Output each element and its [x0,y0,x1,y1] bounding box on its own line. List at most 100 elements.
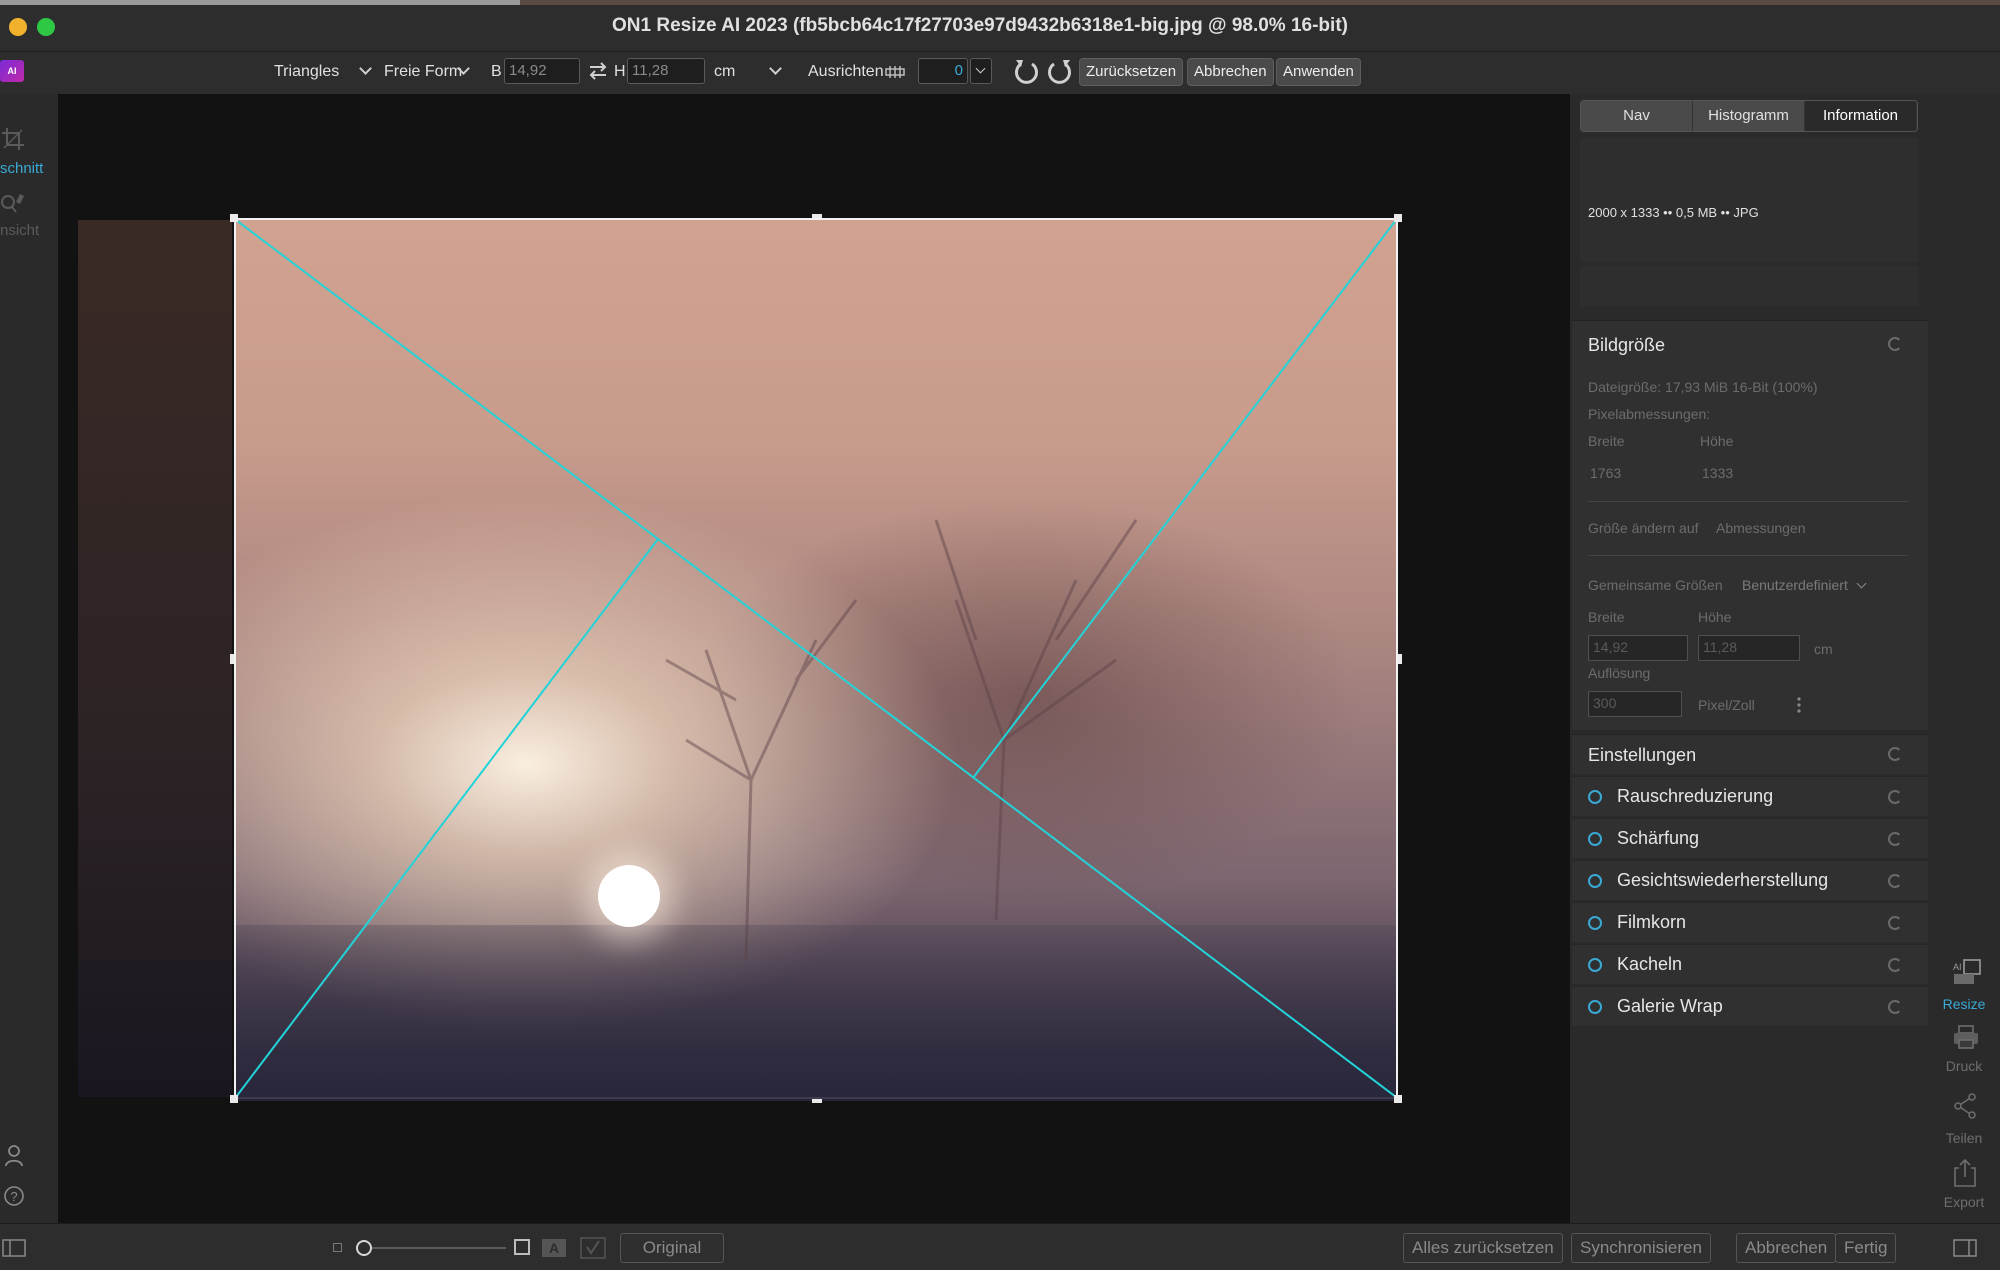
tab-histogram[interactable]: Histogramm [1693,101,1805,131]
done-button[interactable]: Fertig [1835,1233,1897,1263]
toggle-radio[interactable] [1588,832,1602,846]
share-icon[interactable] [1952,1092,1980,1120]
setting-row-noise-reduction[interactable]: Rauschreduzierung [1572,776,1928,816]
reset-icon[interactable] [1888,958,1902,972]
setting-label[interactable]: Schärfung [1617,828,1699,849]
crop-handle-left[interactable] [230,654,234,664]
view-tool-label[interactable]: nsicht [0,222,39,239]
zoom-in-icon[interactable] [514,1239,530,1255]
resolution-input[interactable]: 300 [1588,691,1682,717]
module-export-label[interactable]: Export [1928,1194,2000,1210]
pixel-dims-label: Pixelabmessungen: [1588,406,1711,422]
crop-handle-top-left[interactable] [230,214,238,222]
module-resize-label[interactable]: Resize [1928,996,2000,1012]
unit-select[interactable]: cm [714,60,735,84]
straighten-icon[interactable] [884,62,906,82]
crop-handle-bottom-right[interactable] [1394,1095,1402,1103]
crop-icon[interactable] [0,126,26,152]
toggle-left-panel-icon[interactable] [2,1239,26,1257]
compare-view-icon[interactable] [580,1237,606,1259]
setting-row-gallery-wrap[interactable]: Galerie Wrap [1572,986,1928,1026]
setting-label[interactable]: Rauschreduzierung [1617,786,1773,807]
crop-photo[interactable] [234,218,1398,1101]
settings-title[interactable]: Einstellungen [1588,745,1696,766]
preview-mode-icon[interactable]: A [541,1238,567,1258]
setting-label[interactable]: Gesichtswiederherstellung [1617,870,1828,891]
reset-icon[interactable] [1888,1000,1902,1014]
sync-button[interactable]: Synchronisieren [1571,1233,1711,1263]
module-share-label[interactable]: Teilen [1928,1130,2000,1146]
cancel-button[interactable]: Abbrechen [1187,58,1274,86]
crop-height-input[interactable]: 11,28 [627,58,705,84]
printer-icon[interactable] [1952,1024,1980,1050]
crop-handle-bottom-left[interactable] [230,1095,238,1103]
pixel-width-value: 1763 [1590,465,1622,481]
reset-icon[interactable] [1888,916,1902,930]
reset-icon[interactable] [1888,790,1902,804]
help-icon[interactable]: ? [4,1186,26,1208]
zoom-slider-thumb[interactable] [356,1240,372,1256]
tab-information[interactable]: Information [1805,101,1917,131]
angle-input[interactable]: 0 [918,58,968,84]
doc-height-input[interactable]: 11,28 [1698,635,1800,661]
setting-row-sharpening[interactable]: Schärfung [1572,818,1928,858]
setting-row-face-recovery[interactable]: Gesichtswiederherstellung [1572,860,1928,900]
crop-handle-right[interactable] [1398,654,1402,664]
rotate-right-icon[interactable] [1044,56,1074,88]
zoom-out-icon[interactable] [333,1243,342,1252]
chevron-down-icon[interactable] [769,62,782,75]
chevron-down-icon[interactable] [359,62,372,75]
ai-resize-icon[interactable]: AI [1952,958,1982,986]
bottom-cancel-button[interactable]: Abbrechen [1736,1233,1837,1263]
resolution-unit[interactable]: Pixel/Zoll [1698,697,1755,713]
toggle-radio[interactable] [1588,874,1602,888]
toggle-radio[interactable] [1588,1000,1602,1014]
divider [1588,501,1908,502]
apply-button[interactable]: Anwenden [1276,58,1361,86]
reset-icon[interactable] [1888,832,1902,846]
rotate-left-icon[interactable] [1012,56,1042,88]
common-sizes-label: Gemeinsame Größen [1588,577,1723,593]
chevron-down-icon[interactable] [1856,578,1867,589]
resolution-label: Auflösung [1588,665,1651,681]
setting-row-tiling[interactable]: Kacheln [1572,944,1928,984]
image-size-title[interactable]: Bildgröße [1588,335,1665,356]
setting-label[interactable]: Filmkorn [1617,912,1686,933]
setting-label[interactable]: Galerie Wrap [1617,996,1723,1017]
toggle-radio[interactable] [1588,916,1602,930]
toggle-right-panel-icon[interactable] [1953,1239,1977,1257]
ratio-select[interactable]: Freie Form [384,60,462,84]
divider [1588,555,1908,556]
toggle-radio[interactable] [1588,958,1602,972]
crop-tool-label[interactable]: schnitt [0,160,43,177]
crop-handle-top-right[interactable] [1394,214,1402,222]
overlay-select[interactable]: Triangles [274,60,339,84]
reset-icon[interactable] [1888,337,1902,351]
zoom-slider-track[interactable] [364,1247,506,1249]
reset-all-button[interactable]: Alles zurücksetzen [1403,1233,1563,1263]
more-options-icon[interactable] [1796,697,1802,713]
view-tool-icon[interactable] [0,190,28,216]
crop-handle-top[interactable] [812,214,822,218]
reset-icon[interactable] [1888,747,1902,761]
reset-button[interactable]: Zurücksetzen [1079,58,1184,86]
original-button[interactable]: Original [620,1233,724,1263]
crop-width-input[interactable]: 14,92 [504,58,580,84]
export-icon[interactable] [1952,1158,1978,1188]
bottom-bar: A Original Alles zurücksetzen Synchronis… [0,1223,2000,1270]
toggle-radio[interactable] [1588,790,1602,804]
tab-nav[interactable]: Nav [1581,101,1693,131]
crop-handle-bottom[interactable] [812,1099,822,1103]
image-canvas[interactable] [58,94,1570,1223]
common-sizes-select[interactable]: Benutzerdefiniert [1742,577,1848,593]
angle-dropdown[interactable] [970,58,992,84]
user-account-icon[interactable] [4,1144,26,1168]
reset-icon[interactable] [1888,874,1902,888]
swap-icon[interactable] [588,62,608,80]
resize-to-select[interactable]: Abmessungen [1716,520,1806,536]
setting-row-film-grain[interactable]: Filmkorn [1572,902,1928,942]
doc-unit[interactable]: cm [1814,641,1833,657]
doc-width-input[interactable]: 14,92 [1588,635,1688,661]
setting-label[interactable]: Kacheln [1617,954,1682,975]
module-print-label[interactable]: Druck [1928,1058,2000,1074]
